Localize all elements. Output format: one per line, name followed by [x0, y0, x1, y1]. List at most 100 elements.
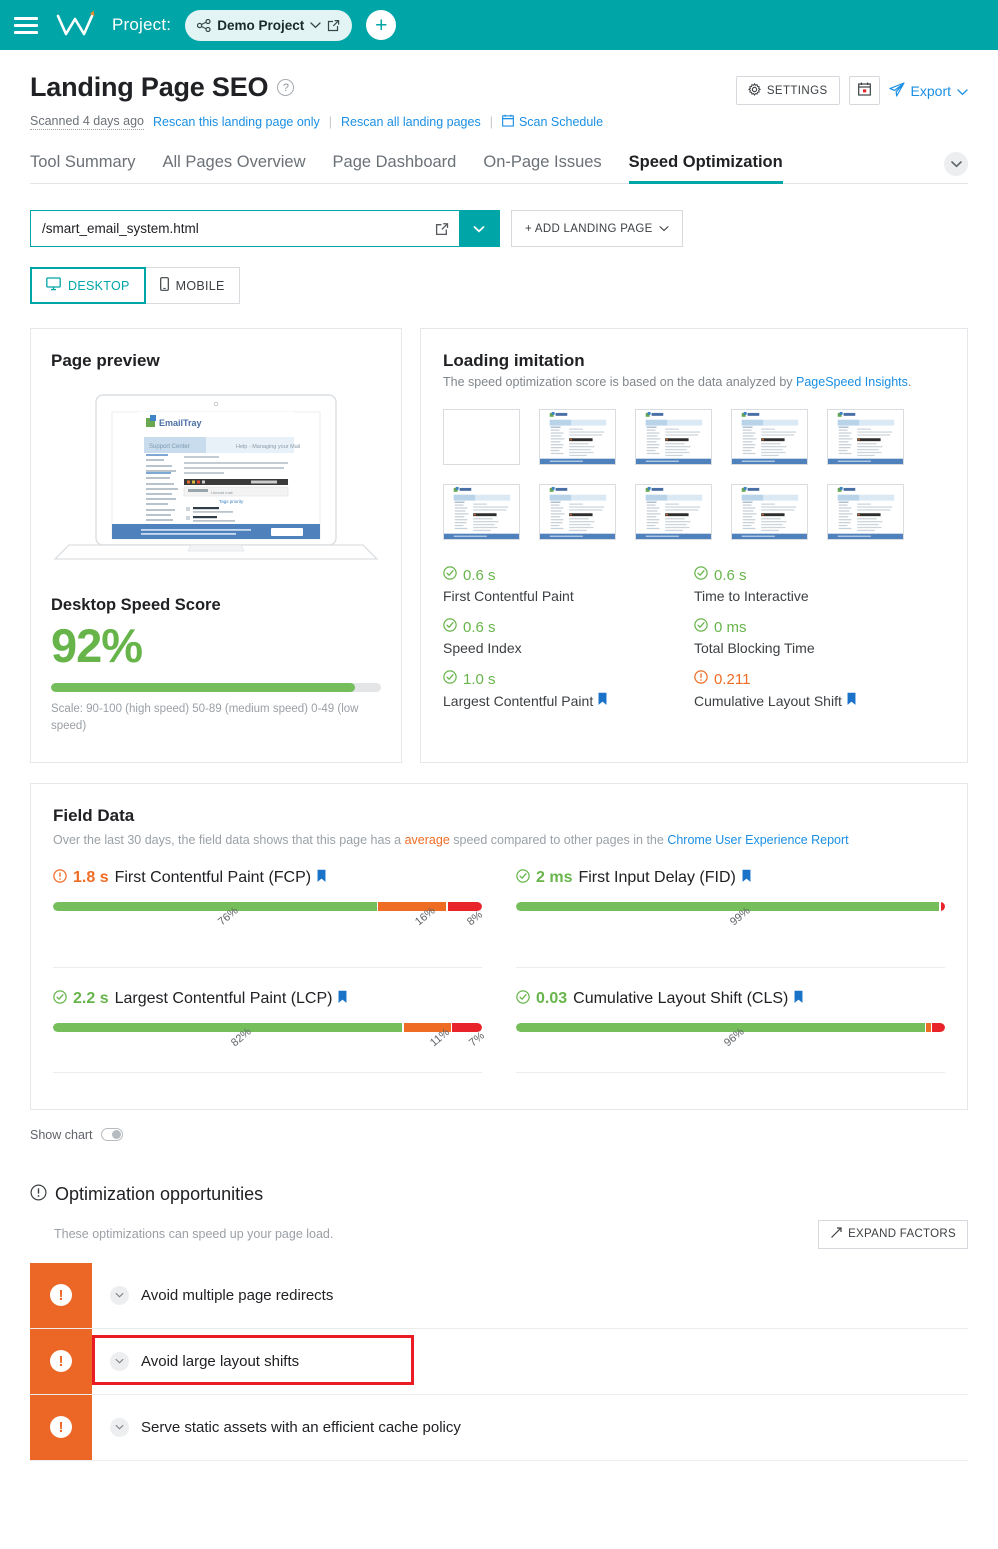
field-data-speed-rating: average — [405, 833, 450, 847]
field-metric-bar — [516, 1023, 945, 1032]
chevron-down-icon[interactable] — [110, 1286, 129, 1305]
optimization-row[interactable]: ! Serve static assets with an efficient c… — [30, 1395, 968, 1461]
device-toggle-desktop-label: DESKTOP — [68, 279, 130, 293]
filmstrip-frame — [443, 484, 520, 540]
optimization-heading-text: Optimization opportunities — [55, 1184, 263, 1205]
chevron-down-icon[interactable] — [944, 152, 968, 176]
settings-button[interactable]: SETTINGS — [736, 76, 840, 105]
optimization-row[interactable]: ! Avoid large layout shifts — [30, 1329, 968, 1395]
optimization-row-body[interactable]: Avoid multiple page redirects — [92, 1263, 968, 1328]
header-actions: SETTINGS — [736, 72, 968, 105]
lab-metric-value: 0 ms — [694, 618, 945, 636]
exclamation-icon: ! — [50, 1350, 72, 1372]
landing-page-url-box[interactable]: /smart_email_system.html — [30, 210, 500, 247]
lab-metric-value: 0.6 s — [443, 566, 694, 584]
field-bar-segment-green — [53, 1023, 402, 1032]
lab-metric-number: 0.6 s — [714, 567, 747, 584]
speed-cards-row: Page preview EmailTray — [30, 328, 968, 763]
filmstrip-frame — [443, 409, 520, 465]
tab-on-page-issues[interactable]: On-Page Issues — [483, 153, 619, 183]
loading-subtitle-prefix: The speed optimization score is based on… — [443, 375, 796, 389]
lab-metric-label: Speed Index — [443, 640, 694, 656]
project-name: Demo Project — [217, 18, 304, 33]
export-button[interactable]: Export — [889, 82, 968, 100]
optimization-row-body[interactable]: Serve static assets with an efficient ca… — [92, 1395, 968, 1460]
rescan-this-page-link[interactable]: Rescan this landing page only — [153, 115, 320, 129]
optimization-opportunities-header: Optimization opportunities — [30, 1184, 968, 1206]
wincher-logo-icon[interactable] — [52, 8, 98, 42]
field-data-desc-before: Over the last 30 days, the field data sh… — [53, 833, 405, 847]
check-circle-icon — [443, 566, 457, 584]
optimization-row-label: Serve static assets with an efficient ca… — [141, 1419, 461, 1436]
tab-page-dashboard[interactable]: Page Dashboard — [333, 153, 475, 183]
rescan-all-pages-link[interactable]: Rescan all landing pages — [341, 115, 481, 129]
filmstrip-frame — [635, 484, 712, 540]
external-link-icon[interactable] — [425, 222, 459, 236]
scan-schedule-label: Scan Schedule — [519, 115, 603, 129]
add-landing-page-label: + ADD LANDING PAGE — [525, 223, 653, 235]
lab-metric: 1.0 sLargest Contentful Paint — [443, 670, 694, 709]
svg-text:Tags priority: Tags priority — [219, 499, 244, 504]
severity-flag: ! — [30, 1329, 92, 1394]
calendar-button[interactable] — [849, 76, 880, 105]
field-metric-title: 1.8 s First Contentful Paint (FCP) — [53, 869, 482, 888]
chevron-down-icon[interactable] — [110, 1418, 129, 1437]
device-toggle-mobile[interactable]: MOBILE — [146, 267, 240, 304]
field-metric-title: 2 msFirst Input Delay (FID) — [516, 869, 945, 888]
lab-metric-value: 1.0 s — [443, 670, 694, 688]
optimization-row-body[interactable]: Avoid large layout shifts — [92, 1329, 968, 1394]
bookmark-icon[interactable] — [847, 692, 856, 709]
gear-icon — [748, 83, 761, 99]
device-toggle-mobile-label: MOBILE — [176, 279, 225, 293]
page-header: Landing Page SEO ? SETTINGS — [30, 50, 968, 105]
lab-metric: 0.6 sFirst Contentful Paint — [443, 566, 694, 604]
chevron-down-icon — [310, 21, 321, 29]
project-selector[interactable]: Demo Project — [185, 10, 352, 41]
calendar-icon — [858, 82, 871, 99]
exclamation-icon: ! — [50, 1416, 72, 1438]
field-metric-percents: 99% — [516, 913, 945, 947]
field-data-title: Field Data — [53, 806, 945, 826]
share-nodes-icon — [197, 19, 211, 32]
bookmark-icon[interactable] — [338, 990, 347, 1009]
question-circle-icon[interactable]: ? — [277, 79, 294, 96]
show-chart-toggle[interactable] — [101, 1128, 123, 1141]
svg-text:Support Center: Support Center — [149, 444, 190, 450]
pagespeed-insights-link[interactable]: PageSpeed Insights — [796, 375, 908, 389]
chevron-down-icon[interactable] — [110, 1352, 129, 1371]
add-landing-page-button[interactable]: + ADD LANDING PAGE — [511, 210, 683, 247]
exclamation-icon: ! — [50, 1284, 72, 1306]
svg-text:Help - Managing your Mail: Help - Managing your Mail — [236, 444, 300, 450]
scan-schedule-link[interactable]: Scan Schedule — [502, 114, 603, 130]
tab-tool-summary[interactable]: Tool Summary — [30, 153, 153, 183]
severity-flag: ! — [30, 1395, 92, 1460]
add-project-button[interactable]: + — [366, 10, 396, 40]
bookmark-icon[interactable] — [742, 869, 751, 888]
phone-icon — [160, 277, 169, 294]
tab-speed-optimization[interactable]: Speed Optimization — [629, 153, 801, 183]
scan-status-row: Scanned 4 days ago Rescan this landing p… — [30, 114, 968, 130]
check-circle-icon — [443, 670, 457, 688]
field-metric-percents: 82%11%7% — [53, 1034, 482, 1068]
tab-all-pages-overview[interactable]: All Pages Overview — [162, 153, 323, 183]
lab-metric: 0 msTotal Blocking Time — [694, 618, 945, 656]
field-metric-title: 2.2 sLargest Contentful Paint (LCP) — [53, 990, 482, 1009]
bookmark-icon[interactable] — [794, 990, 803, 1009]
scanned-timestamp: Scanned 4 days ago — [30, 114, 144, 130]
optimization-subtitle-row: These optimizations can speed up your pa… — [30, 1220, 968, 1249]
landing-page-dropdown-toggle[interactable] — [459, 211, 499, 246]
bookmark-icon[interactable] — [598, 692, 607, 709]
optimization-row[interactable]: ! Avoid multiple page redirects — [30, 1263, 968, 1329]
landing-page-url-value[interactable]: /smart_email_system.html — [31, 221, 425, 236]
bookmark-icon[interactable] — [317, 869, 326, 888]
expand-factors-button[interactable]: EXPAND FACTORS — [818, 1220, 968, 1249]
lab-metric-label: Cumulative Layout Shift — [694, 692, 945, 709]
external-link-icon[interactable] — [327, 19, 340, 32]
hamburger-menu-icon[interactable] — [14, 17, 38, 34]
field-metric-label: First Contentful Paint (FCP) — [115, 869, 312, 887]
page-title-text: Landing Page SEO — [30, 72, 268, 103]
crux-report-link[interactable]: Chrome User Experience Report — [667, 833, 848, 847]
field-metric-value: 1.8 s — [73, 869, 109, 887]
device-toggle-desktop[interactable]: DESKTOP — [30, 267, 146, 304]
filmstrip-frame — [827, 484, 904, 540]
